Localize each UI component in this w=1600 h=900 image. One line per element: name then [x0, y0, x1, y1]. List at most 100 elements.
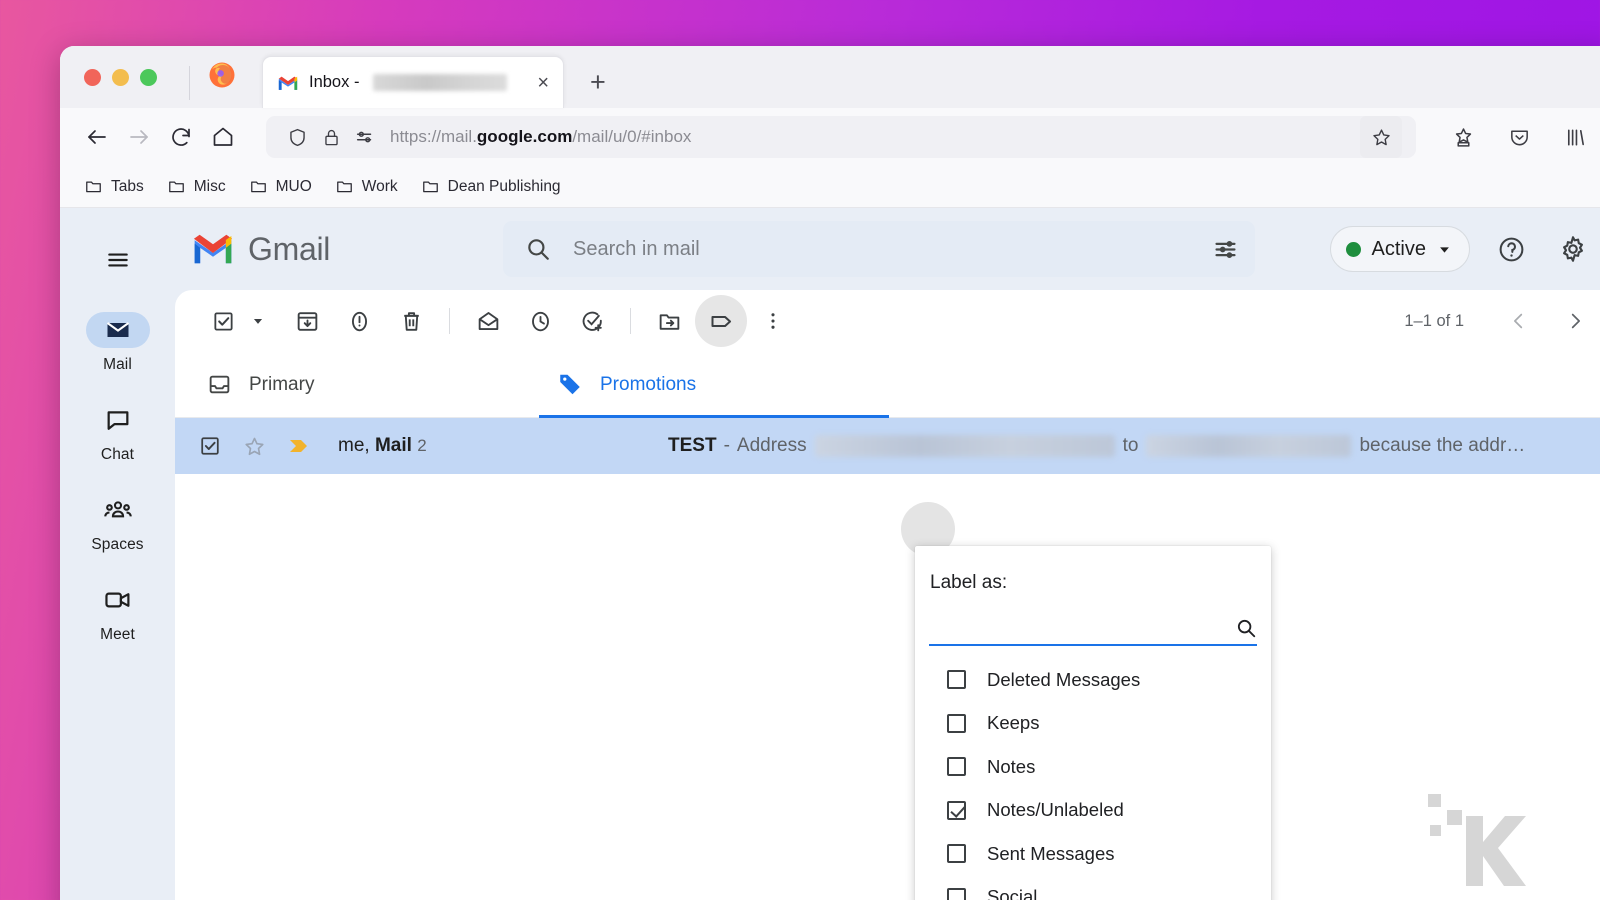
report-spam-icon[interactable] — [333, 295, 385, 347]
gear-icon[interactable] — [1552, 228, 1594, 270]
labels-tag-icon[interactable] — [695, 295, 747, 347]
pocket-icon[interactable] — [1498, 116, 1540, 158]
browser-tab-strip: Inbox - × + — [60, 46, 1600, 108]
inbox-icon — [209, 375, 230, 394]
new-tab-button[interactable]: + — [590, 69, 606, 96]
bookmark-work[interactable]: Work — [327, 173, 406, 200]
main-menu-icon[interactable] — [94, 236, 142, 284]
save-bookmark-icon[interactable] — [1442, 116, 1484, 158]
home-icon[interactable] — [202, 116, 244, 158]
library-icon[interactable] — [1554, 116, 1596, 158]
label-name: Notes — [987, 755, 1036, 777]
snooze-clock-icon[interactable] — [514, 295, 566, 347]
move-to-folder-icon[interactable] — [643, 295, 695, 347]
checkbox-checked-icon[interactable] — [947, 800, 966, 820]
mark-as-unread-icon[interactable] — [462, 295, 514, 347]
trash-icon[interactable] — [385, 295, 437, 347]
email-snippet-redacted — [1146, 435, 1352, 457]
add-to-tasks-icon[interactable] — [566, 295, 618, 347]
chevron-right-icon[interactable] — [1552, 298, 1598, 344]
star-outline-icon[interactable] — [243, 435, 266, 458]
checkbox-unchecked-icon[interactable] — [947, 887, 966, 900]
list-item[interactable]: Deleted Messages — [915, 658, 1271, 702]
bookmark-star-icon[interactable] — [1360, 116, 1402, 158]
reload-icon[interactable] — [160, 116, 202, 158]
tab-primary[interactable]: Primary — [189, 352, 539, 417]
tab-promotions[interactable]: Promotions — [539, 352, 889, 418]
list-item[interactable]: Social — [915, 876, 1271, 900]
checkbox-unchecked-icon[interactable] — [947, 757, 966, 777]
search-icon[interactable] — [1235, 617, 1257, 639]
checkbox-unchecked-icon[interactable] — [947, 713, 966, 733]
sidebar-item-label: Meet — [100, 626, 135, 643]
status-chip[interactable]: Active — [1329, 226, 1470, 272]
back-arrow-icon[interactable] — [76, 116, 118, 158]
gmail-header: Gmail Active — [175, 208, 1600, 290]
url-text: https://mail.google.com/mail/u/0/#inbox — [390, 127, 692, 146]
maximize-window-button[interactable] — [140, 68, 157, 86]
bookmark-misc[interactable]: Misc — [159, 173, 234, 200]
bookmark-tabs[interactable]: Tabs — [76, 173, 152, 200]
chevron-down-icon — [1440, 246, 1449, 253]
checkbox-unchecked-icon[interactable] — [947, 844, 966, 864]
close-window-button[interactable] — [84, 68, 101, 86]
sidebar-item-chat[interactable]: Chat — [60, 402, 175, 464]
thread-count: 2 — [417, 436, 427, 455]
divider — [189, 66, 190, 100]
chevron-down-icon[interactable] — [251, 314, 265, 328]
lock-icon[interactable] — [314, 128, 348, 147]
forward-arrow-icon[interactable] — [118, 116, 160, 158]
gmail-logo[interactable]: Gmail — [175, 231, 503, 268]
chevron-left-icon[interactable] — [1496, 298, 1542, 344]
sidebar-item-mail[interactable]: Mail — [60, 312, 175, 374]
table-row[interactable]: me, Mail 2 TEST - Address to because the… — [175, 418, 1600, 474]
site-settings-icon[interactable] — [348, 126, 382, 148]
select-all-group[interactable] — [197, 295, 265, 347]
label-list: Deleted Messages Keeps Notes Notes/Unlab… — [915, 646, 1271, 900]
search-icon — [528, 239, 549, 260]
sidebar-item-spaces[interactable]: Spaces — [60, 492, 175, 554]
search-options-icon[interactable] — [1212, 236, 1239, 263]
list-item[interactable]: Keeps — [915, 702, 1271, 746]
search-box[interactable] — [503, 221, 1255, 277]
sidebar-item-meet[interactable]: Meet — [60, 582, 175, 644]
tab-title: Inbox - — [309, 73, 360, 91]
gmail-wordmark: Gmail — [248, 230, 331, 267]
bookmark-dean-publishing[interactable]: Dean Publishing — [413, 173, 569, 200]
close-tab-button[interactable]: × — [537, 73, 549, 93]
help-icon[interactable] — [1490, 228, 1532, 270]
sender-mail: Mail — [374, 435, 412, 456]
sidebar-item-label: Mail — [103, 356, 132, 373]
label-search-wrap[interactable] — [929, 612, 1257, 646]
firefox-icon[interactable] — [208, 61, 236, 94]
archive-icon[interactable] — [281, 295, 333, 347]
sender-me: me, — [338, 435, 370, 456]
more-options-icon[interactable] — [747, 295, 799, 347]
list-item[interactable]: Notes/Unlabeled — [915, 789, 1271, 833]
label-search-input[interactable] — [929, 618, 1235, 638]
minimize-window-button[interactable] — [112, 68, 129, 86]
gmail-main: Gmail Active — [175, 208, 1600, 900]
tab-label: Promotions — [600, 373, 697, 395]
checkbox-checked-icon[interactable] — [199, 435, 221, 457]
bookmarks-bar: Tabs Misc MUO Work Dean Publishing — [60, 166, 1600, 208]
list-item[interactable]: Notes — [915, 745, 1271, 789]
browser-tab[interactable]: Inbox - × — [262, 56, 564, 108]
bookmark-label: MUO — [275, 177, 312, 195]
label-name: Sent Messages — [987, 842, 1115, 864]
select-all-checkbox-icon[interactable] — [197, 295, 249, 347]
bookmark-label: Work — [361, 177, 398, 195]
status-label: Active — [1371, 237, 1426, 260]
bookmark-muo[interactable]: MUO — [241, 173, 320, 200]
folder-icon — [86, 181, 101, 193]
url-bar[interactable]: https://mail.google.com/mail/u/0/#inbox — [266, 116, 1416, 158]
spaces-icon — [103, 501, 132, 518]
shield-icon[interactable] — [280, 127, 314, 148]
email-subject: TEST — [668, 435, 717, 456]
checkbox-unchecked-icon[interactable] — [947, 670, 966, 690]
search-input[interactable] — [573, 237, 1190, 261]
list-item[interactable]: Sent Messages — [915, 832, 1271, 876]
important-marker-icon[interactable] — [288, 436, 310, 456]
mail-content-card: 1–1 of 1 Primary Promotions me, Mail 2 T… — [175, 290, 1600, 900]
window-traffic-lights — [74, 46, 167, 108]
